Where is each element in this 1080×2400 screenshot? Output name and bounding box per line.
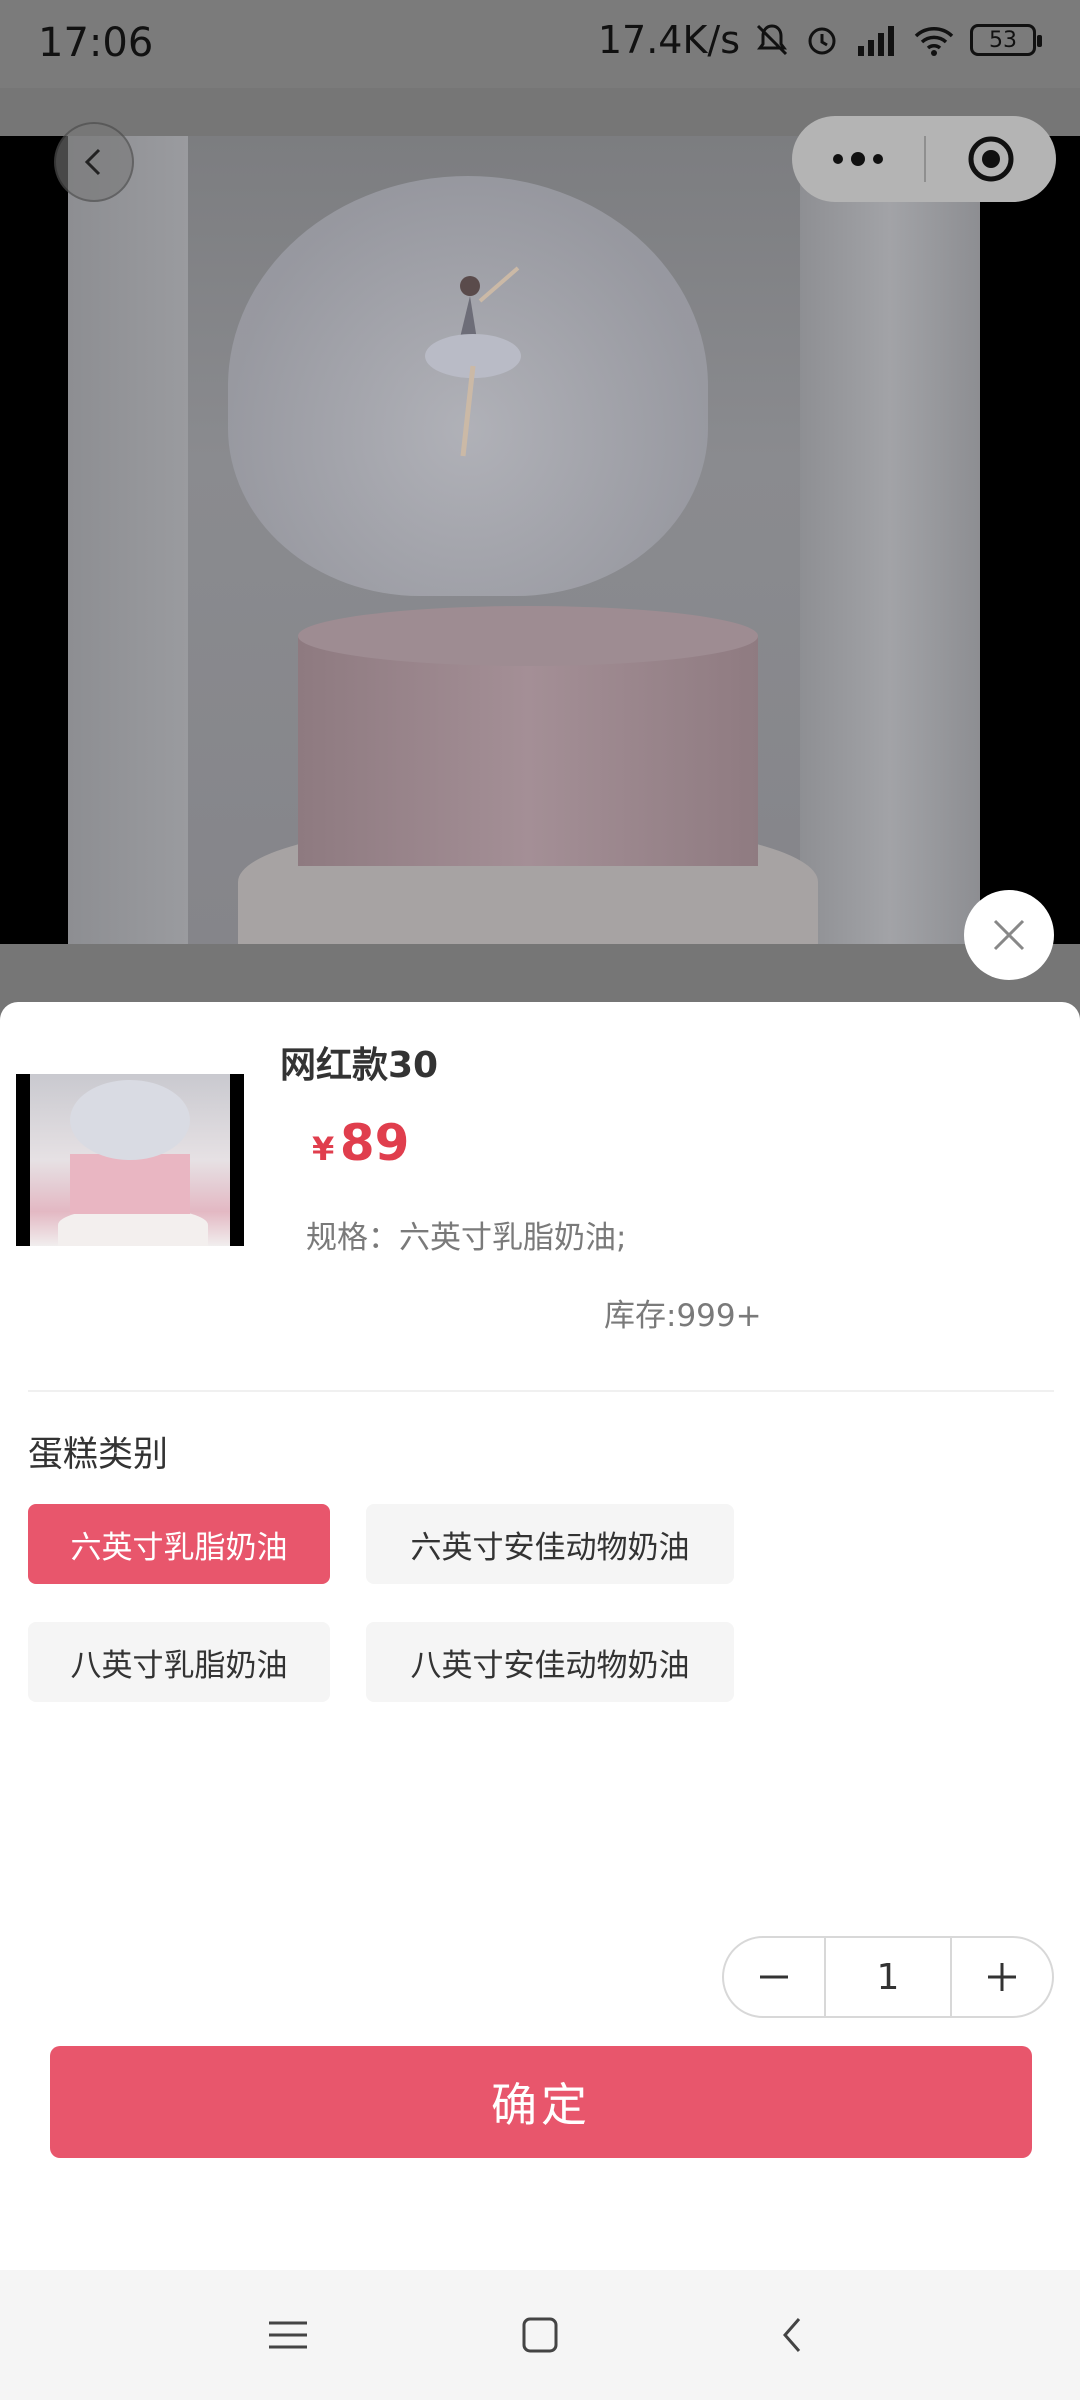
battery-icon: 53 bbox=[970, 24, 1042, 56]
product-name: 网红款30 bbox=[280, 1045, 439, 1086]
status-bar: 17:06 17.4K/s 53 bbox=[0, 0, 1080, 88]
category-title: 蛋糕类别 bbox=[28, 1435, 169, 1475]
status-time: 17:06 bbox=[38, 20, 154, 66]
photo-curtain-right bbox=[800, 136, 980, 944]
option-label: 八英寸乳脂奶油 bbox=[70, 1647, 288, 1684]
home-square-icon bbox=[522, 2317, 558, 2353]
option-label: 八英寸安佳动物奶油 bbox=[410, 1647, 690, 1684]
confirm-button[interactable]: 确定 bbox=[50, 2046, 1032, 2158]
chevron-left-icon bbox=[783, 2318, 801, 2352]
photo-curtain-left bbox=[68, 136, 188, 944]
option-8in-anchor-cream[interactable]: 八英寸安佳动物奶油 bbox=[366, 1622, 734, 1702]
network-speed: 17.4K/s bbox=[597, 18, 740, 62]
photo-cake-top bbox=[298, 606, 758, 666]
option-6in-dairy-cream[interactable]: 六英寸乳脂奶油 bbox=[28, 1504, 330, 1584]
thumb-shell bbox=[70, 1080, 190, 1160]
hamburger-icon bbox=[269, 2321, 307, 2349]
system-nav-bar bbox=[0, 2270, 1080, 2400]
status-right: 17.4K/s 53 bbox=[597, 18, 1042, 62]
currency-symbol: ¥ bbox=[312, 1130, 335, 1168]
chevron-left-icon bbox=[84, 148, 101, 176]
increase-button[interactable] bbox=[952, 1938, 1052, 2016]
more-button[interactable] bbox=[792, 116, 924, 202]
home-nav-button[interactable] bbox=[510, 2310, 570, 2360]
back-button[interactable] bbox=[54, 122, 134, 202]
option-label: 六英寸安佳动物奶油 bbox=[410, 1529, 690, 1566]
option-label: 六英寸乳脂奶油 bbox=[70, 1529, 288, 1566]
plus-icon bbox=[988, 1963, 1016, 1991]
stock-count: 库存:999+ bbox=[604, 1298, 762, 1334]
thumb-cake-body bbox=[70, 1154, 190, 1214]
decrease-button[interactable] bbox=[724, 1938, 824, 2016]
selected-spec: 规格：六英寸乳脂奶油; bbox=[306, 1220, 627, 1256]
product-thumbnail bbox=[16, 1074, 244, 1246]
thumbnail-image bbox=[30, 1074, 230, 1246]
quantity-stepper: 1 bbox=[722, 1936, 1054, 2018]
ballerina-figure bbox=[425, 266, 521, 457]
menu-nav-button[interactable] bbox=[258, 2310, 318, 2360]
mini-program-capsule bbox=[792, 116, 1056, 202]
option-6in-anchor-cream[interactable]: 六英寸安佳动物奶油 bbox=[366, 1504, 734, 1584]
sku-selector-sheet: 网红款30 ¥ 89 规格：六英寸乳脂奶油; 库存:999+ 蛋糕类别 六英寸乳… bbox=[0, 1002, 1080, 2270]
target-icon bbox=[968, 136, 1014, 182]
exit-mini-program-button[interactable] bbox=[926, 116, 1056, 202]
signal-icon bbox=[858, 26, 894, 56]
product-price: ¥ 89 bbox=[312, 1114, 409, 1172]
back-nav-button[interactable] bbox=[762, 2310, 822, 2360]
more-dots-icon bbox=[833, 152, 883, 166]
price-value: 89 bbox=[339, 1114, 410, 1172]
divider bbox=[28, 1390, 1054, 1392]
close-icon bbox=[993, 919, 1025, 951]
alarm-icon bbox=[808, 27, 836, 55]
battery-level: 53 bbox=[989, 27, 1017, 53]
photo-cake-body bbox=[298, 636, 758, 866]
thumb-cake-base bbox=[58, 1209, 208, 1246]
bell-muted-icon bbox=[756, 24, 788, 56]
minus-icon bbox=[760, 1975, 788, 1979]
close-sheet-button[interactable] bbox=[964, 890, 1054, 980]
option-8in-dairy-cream[interactable]: 八英寸乳脂奶油 bbox=[28, 1622, 330, 1702]
quantity-input[interactable]: 1 bbox=[824, 1938, 952, 2016]
wifi-icon bbox=[914, 27, 954, 56]
product-photo bbox=[68, 136, 980, 944]
product-image-area bbox=[0, 88, 1080, 1088]
page: 17:06 17.4K/s 53 网红款30 ¥ 89 规格：六英寸乳脂奶油; … bbox=[0, 0, 1080, 2400]
